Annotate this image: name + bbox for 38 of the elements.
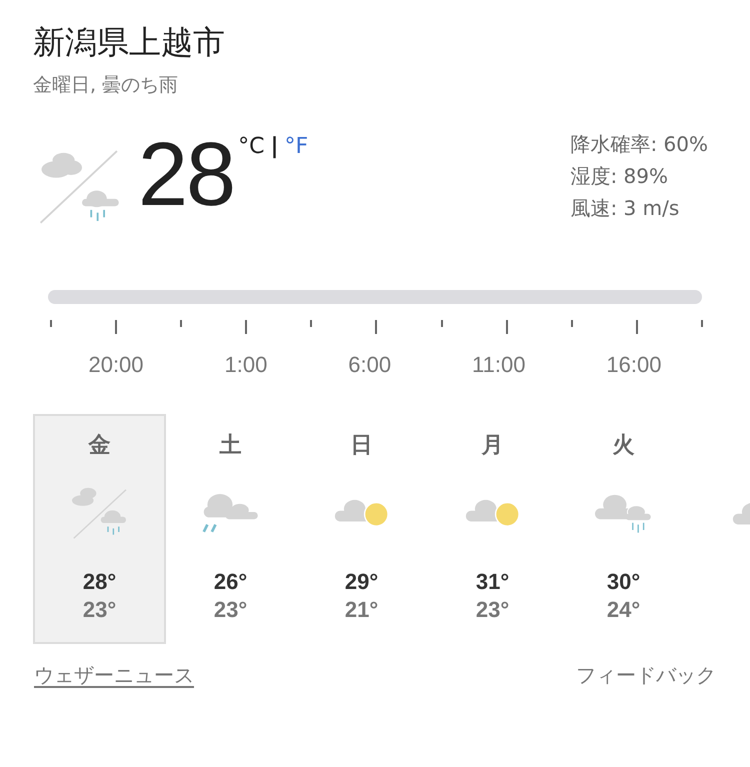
low-temperature: 21°	[344, 597, 378, 623]
weather-subtitle: 金曜日, 曇のち雨	[33, 73, 178, 98]
time-label: 6:00	[348, 352, 392, 378]
low-temperature: 23°	[476, 597, 510, 623]
low-temperature: 24°	[606, 597, 640, 623]
day-label: 火	[612, 432, 634, 460]
day-label: 土	[220, 432, 242, 460]
time-label: 1:00	[224, 352, 268, 378]
cloud-sun-icon	[334, 499, 390, 528]
timeline-track[interactable]	[48, 290, 702, 304]
unit-link[interactable]: °F	[284, 134, 308, 159]
time-label: 11:00	[472, 352, 526, 378]
day-label: 日	[350, 432, 372, 460]
cloud-sun-icon	[464, 499, 520, 528]
time-label: 20:00	[88, 352, 144, 378]
weather-news-link[interactable]: ウェザーニュース	[34, 662, 194, 689]
day-label: 金	[88, 432, 110, 460]
weather-detail: 湿度: 89%	[570, 163, 669, 190]
day-label: 月	[482, 432, 504, 460]
feedback-link[interactable]: フィードバック	[576, 662, 716, 689]
day-card[interactable]: 金 28° 23°	[33, 414, 166, 644]
weather-detail: 風速: 3 m/s	[570, 195, 680, 222]
low-temperature: 23°	[82, 597, 116, 623]
weather-detail: 降水確率: 60%	[570, 131, 708, 158]
high-temperature: 30°	[606, 569, 640, 595]
high-temperature: 31°	[476, 569, 510, 595]
unit-separator: |	[270, 134, 279, 159]
high-temperature: 26°	[214, 569, 248, 595]
unit-label: °C	[238, 134, 264, 159]
time-label: 16:00	[606, 352, 662, 378]
rain-cloud-icon	[202, 494, 260, 534]
low-temperature: 23°	[214, 597, 248, 623]
high-temperature: 29°	[344, 569, 378, 595]
location-title: 新潟県上越市	[33, 22, 225, 63]
high-temperature: 28°	[82, 569, 116, 595]
temperature: 28	[138, 130, 234, 220]
rain-cloud-icon	[72, 486, 128, 540]
rain-cloud-icon	[595, 494, 652, 534]
